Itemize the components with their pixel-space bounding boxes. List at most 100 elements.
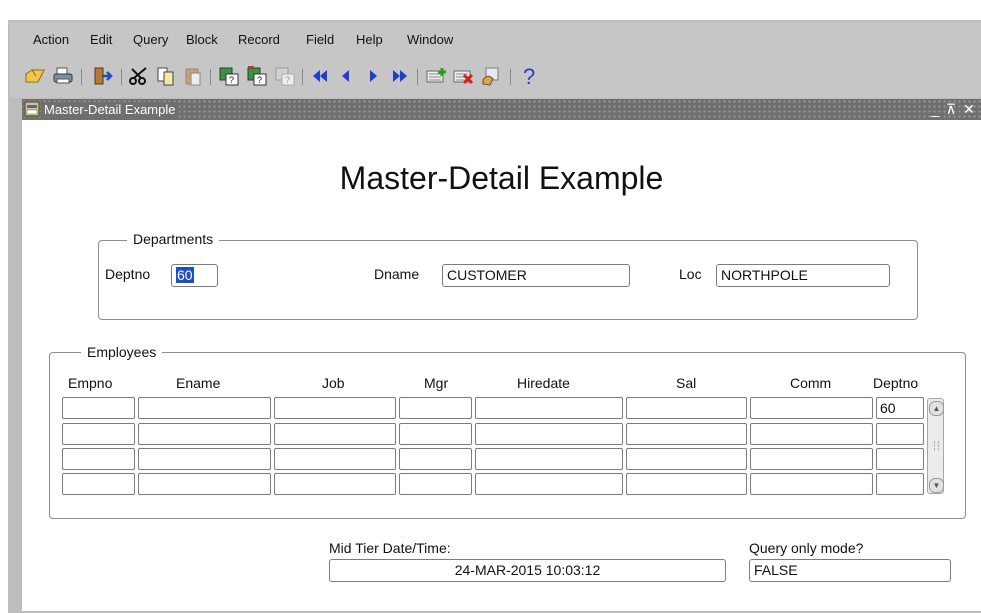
execute-query-icon[interactable]: ? <box>246 64 268 88</box>
window-title: Master-Detail Example <box>41 102 179 118</box>
table-cell-job[interactable] <box>274 448 396 470</box>
scroll-thumb-grip <box>934 441 939 451</box>
table-cell-ename[interactable] <box>138 448 271 470</box>
menu-field[interactable]: Field <box>306 32 334 47</box>
table-cell-sal[interactable] <box>626 473 747 495</box>
column-header-job: Job <box>322 375 345 391</box>
table-cell-mgr[interactable] <box>399 473 472 495</box>
mid-tier-datetime-field[interactable]: 24-MAR-2015 10:03:12 <box>329 559 726 582</box>
table-cell-sal[interactable] <box>626 397 747 419</box>
cut-icon[interactable] <box>128 64 150 88</box>
table-cell-mgr[interactable] <box>399 448 472 470</box>
svg-text:?: ? <box>229 75 234 85</box>
dname-label: Dname <box>374 266 420 282</box>
query-only-mode-field[interactable]: FALSE <box>749 559 951 582</box>
toolbar-separator <box>210 69 211 85</box>
svg-text:?: ? <box>257 75 262 85</box>
table-cell-empno[interactable] <box>62 423 135 445</box>
previous-record-icon[interactable] <box>335 64 357 88</box>
table-cell-hiredate[interactable] <box>475 448 623 470</box>
menu-block[interactable]: Block <box>186 32 218 47</box>
delete-record-icon[interactable] <box>452 64 474 88</box>
table-cell-job[interactable] <box>274 397 396 419</box>
deptno-value: 60 <box>176 267 194 283</box>
cancel-query-icon[interactable]: ? <box>274 64 296 88</box>
loc-field[interactable]: NORTHPOLE <box>716 264 890 287</box>
menu-record[interactable]: Record <box>238 32 280 47</box>
scroll-down-icon[interactable]: ▼ <box>929 478 944 493</box>
toolbar-separator <box>302 69 303 85</box>
table-cell-comm[interactable] <box>750 397 873 419</box>
exit-icon[interactable] <box>92 64 114 88</box>
print-icon[interactable] <box>52 64 74 88</box>
menu-help[interactable]: Help <box>356 32 383 47</box>
paste-icon[interactable] <box>182 64 204 88</box>
svg-text:?: ? <box>523 65 535 87</box>
next-record-icon[interactable] <box>362 64 384 88</box>
menu-action[interactable]: Action <box>33 32 69 47</box>
table-cell-ename[interactable] <box>138 473 271 495</box>
table-cell-hiredate[interactable] <box>475 423 623 445</box>
svg-text:?: ? <box>285 75 290 85</box>
form-window-icon <box>24 101 40 117</box>
table-cell-comm[interactable] <box>750 423 873 445</box>
save-icon[interactable] <box>24 64 46 88</box>
form-heading: Master-Detail Example <box>339 160 664 196</box>
loc-label: Loc <box>679 266 702 282</box>
dname-field[interactable]: CUSTOMER <box>442 264 630 287</box>
table-cell-mgr[interactable] <box>399 397 472 419</box>
table-cell-ename[interactable] <box>138 423 271 445</box>
deptno-field[interactable]: 60 <box>171 264 218 287</box>
departments-title: Departments <box>127 231 220 247</box>
insert-record-icon[interactable] <box>425 64 447 88</box>
table-cell-ename[interactable] <box>138 397 271 419</box>
table-cell-hiredate[interactable] <box>475 397 623 419</box>
table-cell-deptno[interactable] <box>876 473 924 495</box>
menu-query[interactable]: Query <box>133 32 168 47</box>
table-cell-comm[interactable] <box>750 448 873 470</box>
toolbar: ? ? ? ? <box>10 58 981 98</box>
table-cell-mgr[interactable] <box>399 423 472 445</box>
copy-icon[interactable] <box>155 64 177 88</box>
menu-bar: Action Edit Query Block Record Field Hel… <box>10 22 981 58</box>
menu-edit[interactable]: Edit <box>90 32 112 47</box>
column-header-hiredate: Hiredate <box>517 375 570 391</box>
table-cell-comm[interactable] <box>750 473 873 495</box>
toolbar-separator <box>510 69 511 85</box>
table-cell-deptno[interactable] <box>876 448 924 470</box>
table-cell-empno[interactable] <box>62 448 135 470</box>
minimize-icon[interactable]: _ <box>928 101 942 117</box>
maximize-icon[interactable]: ⊼ <box>944 101 958 117</box>
employees-scrollbar[interactable]: ▲ ▼ <box>927 398 944 494</box>
table-cell-job[interactable] <box>274 473 396 495</box>
first-record-icon[interactable] <box>309 64 331 88</box>
table-cell-hiredate[interactable] <box>475 473 623 495</box>
query-only-mode-label: Query only mode? <box>749 540 864 556</box>
toolbar-separator <box>81 69 82 85</box>
mid-tier-datetime-label: Mid Tier Date/Time: <box>329 540 451 556</box>
table-cell-empno[interactable] <box>62 397 135 419</box>
column-header-comm: Comm <box>790 375 832 391</box>
column-header-ename: Ename <box>176 375 221 391</box>
table-cell-empno[interactable] <box>62 473 135 495</box>
table-cell-job[interactable] <box>274 423 396 445</box>
table-cell-deptno[interactable]: 60 <box>876 397 924 419</box>
employees-title: Employees <box>81 344 163 360</box>
column-header-deptno: Deptno <box>873 375 919 391</box>
last-record-icon[interactable] <box>389 64 411 88</box>
menu-window[interactable]: Window <box>407 32 453 47</box>
table-cell-sal[interactable] <box>626 448 747 470</box>
toolbar-separator <box>417 69 418 85</box>
clear-record-icon[interactable] <box>480 64 502 88</box>
column-header-empno: Empno <box>68 375 113 391</box>
enter-query-icon[interactable]: ? <box>218 64 240 88</box>
toolbar-separator <box>121 69 122 85</box>
scroll-up-icon[interactable]: ▲ <box>929 401 944 416</box>
column-header-mgr: Mgr <box>424 375 449 391</box>
help-icon[interactable]: ? <box>518 64 540 88</box>
deptno-label: Deptno <box>105 266 151 282</box>
column-header-sal: Sal <box>676 375 697 391</box>
close-icon[interactable]: ✕ <box>962 101 976 117</box>
table-cell-sal[interactable] <box>626 423 747 445</box>
table-cell-deptno[interactable] <box>876 423 924 445</box>
